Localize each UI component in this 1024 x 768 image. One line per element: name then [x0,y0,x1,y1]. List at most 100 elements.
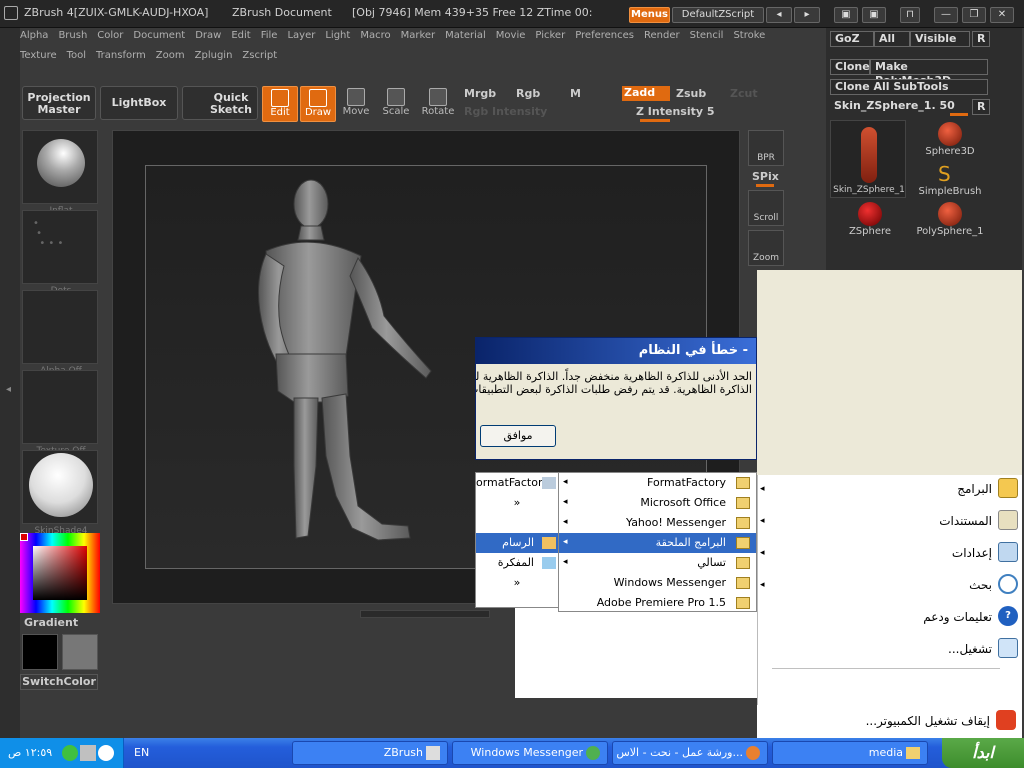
menu-layer[interactable]: Layer [287,26,315,46]
scroll-right-button[interactable]: ▸ [794,7,820,23]
quick-sketch-button[interactable]: Quick Sketch [182,86,258,120]
lightbox-button[interactable]: LightBox [100,86,178,120]
move-tool-button[interactable]: Move [338,86,374,122]
edit-tool-button[interactable]: Edit [262,86,298,122]
draw-tool-button[interactable]: Draw [300,86,336,122]
rgb-toggle[interactable]: Rgb [516,87,540,100]
menu-stroke[interactable]: Stroke [733,26,765,46]
menu-render[interactable]: Render [644,26,680,46]
menu-texture[interactable]: Texture [20,46,57,66]
bpr-button[interactable]: BPR [748,130,784,166]
alpha-thumbnail[interactable]: Alpha Off [22,290,98,376]
tray-expand-arrow-icon[interactable]: ◂ [6,384,11,395]
zcut-toggle[interactable]: Zcut [730,87,758,100]
projection-master-button[interactable]: Projection Master [22,86,96,120]
z-intensity-slider[interactable]: Z Intensity 5 [636,105,715,118]
clone-button[interactable]: Clone [830,59,870,75]
rgb-intensity-slider[interactable]: Rgb Intensity [464,105,547,118]
menu-preferences[interactable]: Preferences [575,26,634,46]
task-media[interactable]: media [772,741,928,765]
m-toggle[interactable]: M [570,87,581,100]
menu-stencil[interactable]: Stencil [690,26,724,46]
gradient-label[interactable]: Gradient [24,616,78,629]
programs-item-6[interactable]: Adobe Premiere Pro 1.5 [559,593,756,613]
menu-draw[interactable]: Draw [195,26,221,46]
menu-macro[interactable]: Macro [360,26,390,46]
menu-zplugin[interactable]: Zplugin [195,46,233,66]
scale-tool-button[interactable]: Scale [378,86,414,122]
menu-material[interactable]: Material [445,26,486,46]
tool-thumb-skin[interactable]: Skin_ZSphere_1 [830,120,906,198]
programs-item-4[interactable]: تسالي [559,553,756,573]
task-browser[interactable]: ورشة عمل - نحت - الاس... [612,741,768,765]
goz-r-button[interactable]: R [972,31,990,47]
tray-status-icon[interactable] [62,745,78,761]
polysphere-label[interactable]: PolySphere_1 [910,226,990,237]
layout-icon-1[interactable]: ▣ [834,7,858,23]
color-picker-square[interactable] [33,546,87,600]
brush-thumbnail[interactable]: Inflat [22,130,98,216]
menu-document[interactable]: Document [133,26,185,46]
menu-zoom[interactable]: Zoom [156,46,185,66]
clone-all-subtools-button[interactable]: Clone All SubTools [830,79,988,95]
texture-thumbnail[interactable]: Texture Off [22,370,98,456]
menu-file[interactable]: File [261,26,278,46]
programs-item-5[interactable]: Windows Messenger [559,573,756,593]
menu-alpha[interactable]: Alpha [20,26,48,46]
sub-item-more[interactable]: » [476,573,558,593]
menu-picker[interactable]: Picker [535,26,565,46]
menu-marker[interactable]: Marker [401,26,436,46]
menu-light[interactable]: Light [325,26,350,46]
programs-item-3[interactable]: البرامج الملحقة [559,533,756,553]
secondary-color-swatch[interactable] [62,634,98,670]
mrgb-toggle[interactable]: Mrgb [464,87,496,100]
scroll-button[interactable]: Scroll [748,190,784,226]
scroll-left-button[interactable]: ◂ [766,7,792,23]
canvas-scrollbar[interactable] [360,610,490,618]
task-windows-messenger[interactable]: Windows Messenger [452,741,608,765]
start-item-search[interactable]: بحث [969,578,992,592]
make-polymesh-button[interactable]: Make PolyMesh3D [870,59,988,87]
menu-transform[interactable]: Transform [96,46,146,66]
layout-icon-2[interactable]: ▣ [862,7,886,23]
menu-movie[interactable]: Movie [496,26,526,46]
close-button[interactable]: ✕ [990,7,1014,23]
default-zscript-button[interactable]: DefaultZScript [672,7,764,23]
menu-edit[interactable]: Edit [231,26,250,46]
start-item-help[interactable]: تعليمات ودعم [923,610,992,624]
simplebrush-label[interactable]: SimpleBrush [910,186,990,197]
tray-arrow-icon[interactable] [98,745,114,761]
start-item-programs[interactable]: البرامج [957,482,992,496]
goz-all-button[interactable]: All [874,31,910,47]
menus-button[interactable]: Menus [629,7,670,23]
programs-item-0[interactable]: FormatFactory [559,473,756,493]
menu-zscript[interactable]: Zscript [242,46,277,66]
sphere3d-label[interactable]: Sphere3D [910,146,990,157]
goz-button[interactable]: GoZ [830,31,874,47]
menu-color[interactable]: Color [97,26,123,46]
menu-brush[interactable]: Brush [58,26,87,46]
tool-r-button[interactable]: R [972,99,990,115]
switchcolor-button[interactable]: SwitchColor [20,674,98,690]
main-color-swatch[interactable] [22,634,58,670]
minimize-button[interactable]: — [934,7,958,23]
tray-volume-icon[interactable] [80,745,96,761]
start-button[interactable]: ابدأ [942,738,1024,768]
color-picker[interactable] [20,533,100,613]
rotate-tool-button[interactable]: Rotate [420,86,456,122]
zoom-button[interactable]: Zoom [748,230,784,266]
start-item-documents[interactable]: المستندات [939,514,992,528]
language-indicator[interactable]: EN [134,746,149,759]
lock-icon[interactable]: ⊓ [900,7,920,23]
zsub-toggle[interactable]: Zsub [676,87,706,100]
material-thumbnail[interactable]: SkinShade4 [22,450,98,536]
programs-item-2[interactable]: Yahoo! Messenger [559,513,756,533]
goz-visible-button[interactable]: Visible [910,31,970,47]
shutdown-button[interactable]: إيقاف تشغيل الكمبيوتر... [866,714,990,728]
restore-button[interactable]: ❐ [962,7,986,23]
sub-item-more-top[interactable]: » [476,493,558,513]
dialog-ok-button[interactable]: موافق [480,425,556,447]
start-item-settings[interactable]: إعدادات [952,546,992,560]
start-item-run[interactable]: تشغيل... [948,642,992,656]
stroke-thumbnail[interactable]: • • • • • Dots [22,210,98,296]
